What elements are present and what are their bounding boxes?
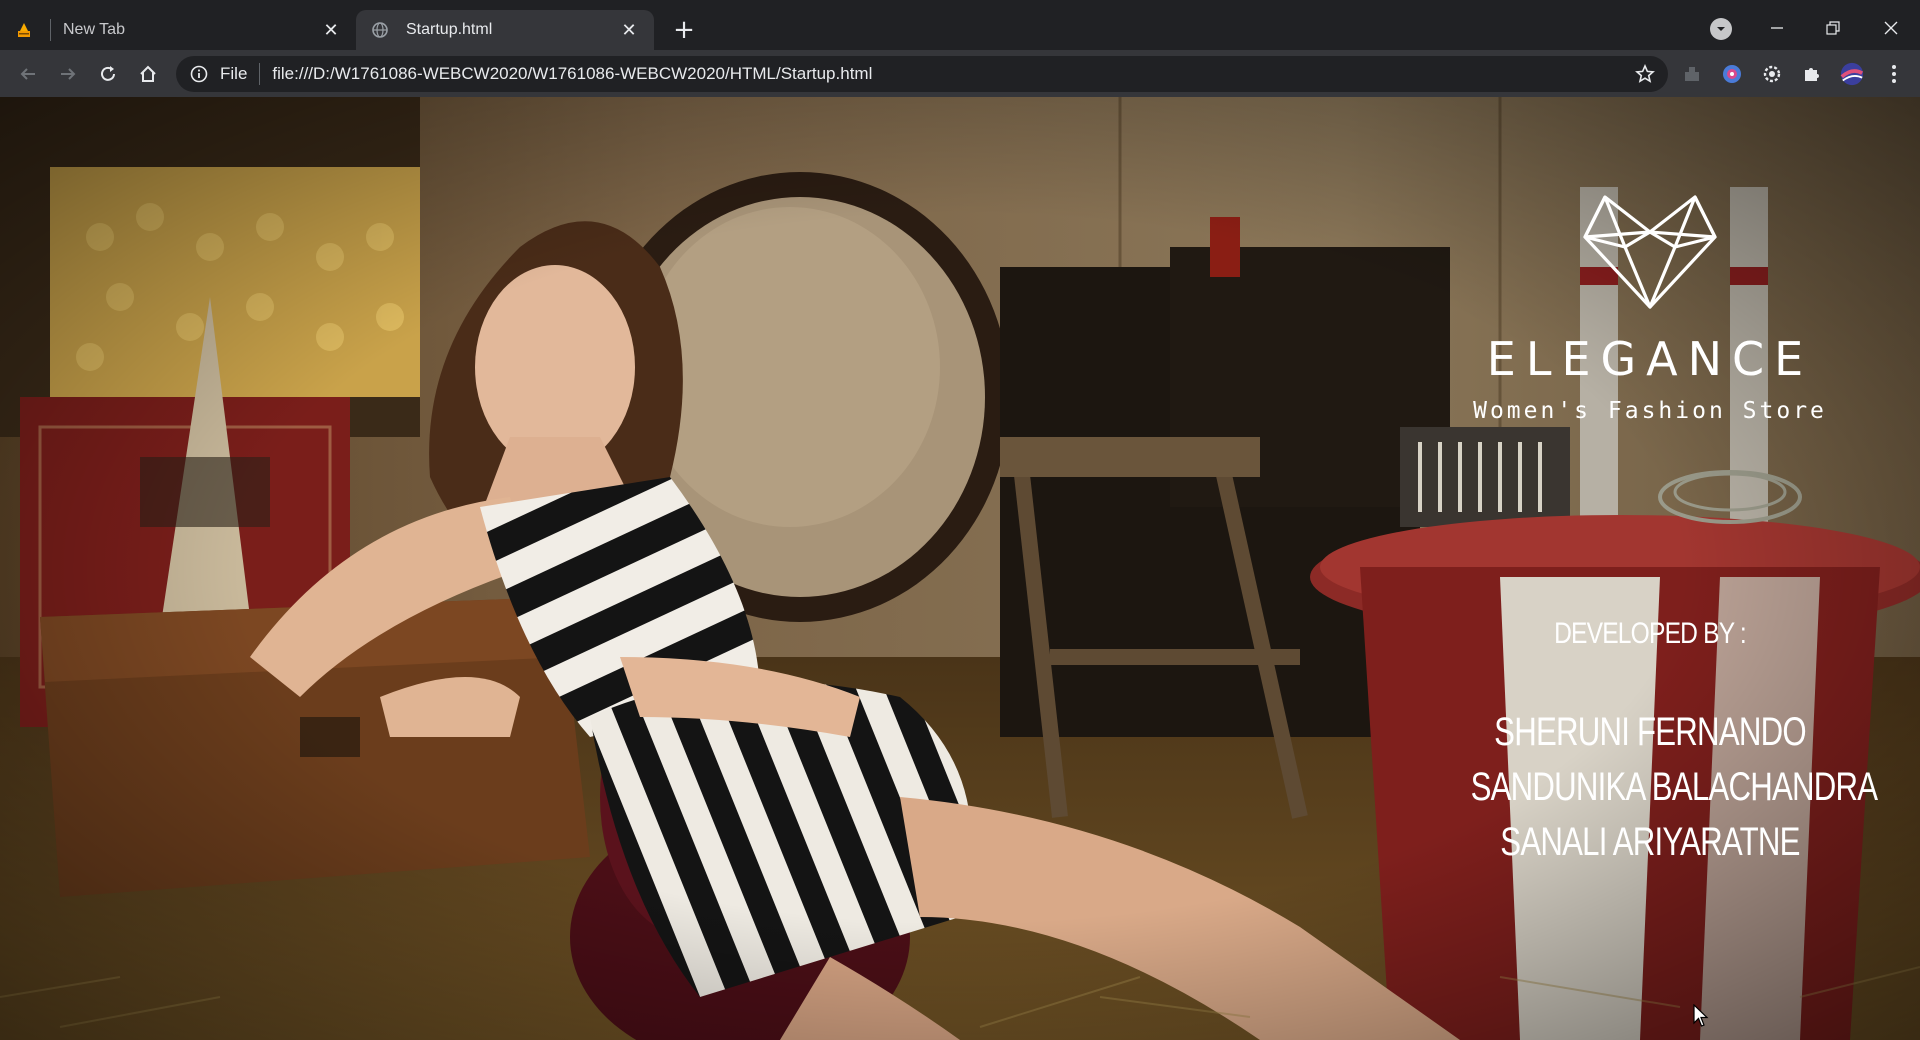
reload-icon[interactable] (92, 58, 124, 90)
forward-arrow-icon[interactable] (52, 58, 84, 90)
mouse-cursor-icon (1693, 1004, 1709, 1027)
credits-block: DEVELOPED BY : SHERUNI FERNANDO SANDUNIK… (1420, 617, 1880, 870)
scheme-label: File (220, 64, 248, 83)
browser-toolbar: File file:///D:/W1761086-WEBCW2020/W1761… (0, 50, 1920, 97)
extensions-puzzle-icon[interactable] (1800, 62, 1824, 86)
brand-block: ELEGANCE Women's Fashion Store (1450, 192, 1850, 424)
home-icon[interactable] (132, 58, 164, 90)
omnibox-separator (259, 63, 261, 85)
developer-name: SANDUNIKA BALACHANDRA (1470, 765, 1878, 809)
brand-tagline: Women's Fashion Store (1473, 398, 1827, 424)
developer-name: SANALI ARIYARATNE (1500, 820, 1800, 864)
tab-title: Startup.html (406, 21, 493, 38)
credits-title: DEVELOPED BY : (1554, 617, 1747, 650)
extension-colorful-icon[interactable] (1720, 62, 1744, 86)
developer-list: SHERUNI FERNANDO SANDUNIKA BALACHANDRA S… (1420, 705, 1880, 870)
tab-strip: New Tab ✕ Startup.html ✕ + (0, 0, 1920, 50)
tab-separator (50, 19, 51, 41)
address-bar[interactable]: File file:///D:/W1761086-WEBCW2020/W1761… (176, 56, 1668, 92)
profile-avatar[interactable] (1840, 62, 1864, 86)
new-tab-button[interactable]: + (670, 15, 698, 45)
bookmark-star-icon[interactable] (1634, 63, 1656, 85)
tab-title: New Tab (63, 21, 125, 38)
close-tab-icon[interactable]: ✕ (320, 19, 342, 41)
extension-gear-icon[interactable] (1760, 62, 1784, 86)
minimize-icon[interactable] (1754, 10, 1800, 46)
page-viewport: ELEGANCE Women's Fashion Store DEVELOPED… (0, 97, 1920, 1040)
fox-logo-icon (1450, 192, 1850, 312)
info-icon[interactable] (188, 63, 210, 85)
tab-startup[interactable]: Startup.html ✕ (356, 10, 654, 50)
back-arrow-icon[interactable] (12, 58, 44, 90)
tab-search-icon[interactable] (1710, 18, 1732, 40)
extension-cast-icon[interactable] (1680, 62, 1704, 86)
app-favicon-icon (14, 20, 34, 40)
menu-kebab-icon[interactable] (1882, 62, 1906, 86)
browser-window: New Tab ✕ Startup.html ✕ + File file:///… (0, 0, 1920, 1040)
url-text[interactable]: file:///D:/W1761086-WEBCW2020/W1761086-W… (272, 64, 872, 84)
globe-icon (370, 20, 390, 40)
close-window-icon[interactable] (1868, 10, 1914, 46)
close-tab-icon[interactable]: ✕ (618, 19, 640, 41)
restore-icon[interactable] (1810, 10, 1856, 46)
developer-name: SHERUNI FERNANDO (1494, 710, 1806, 754)
brand-name: ELEGANCE (1486, 332, 1814, 386)
tab-new-tab[interactable]: New Tab ✕ (0, 10, 356, 50)
